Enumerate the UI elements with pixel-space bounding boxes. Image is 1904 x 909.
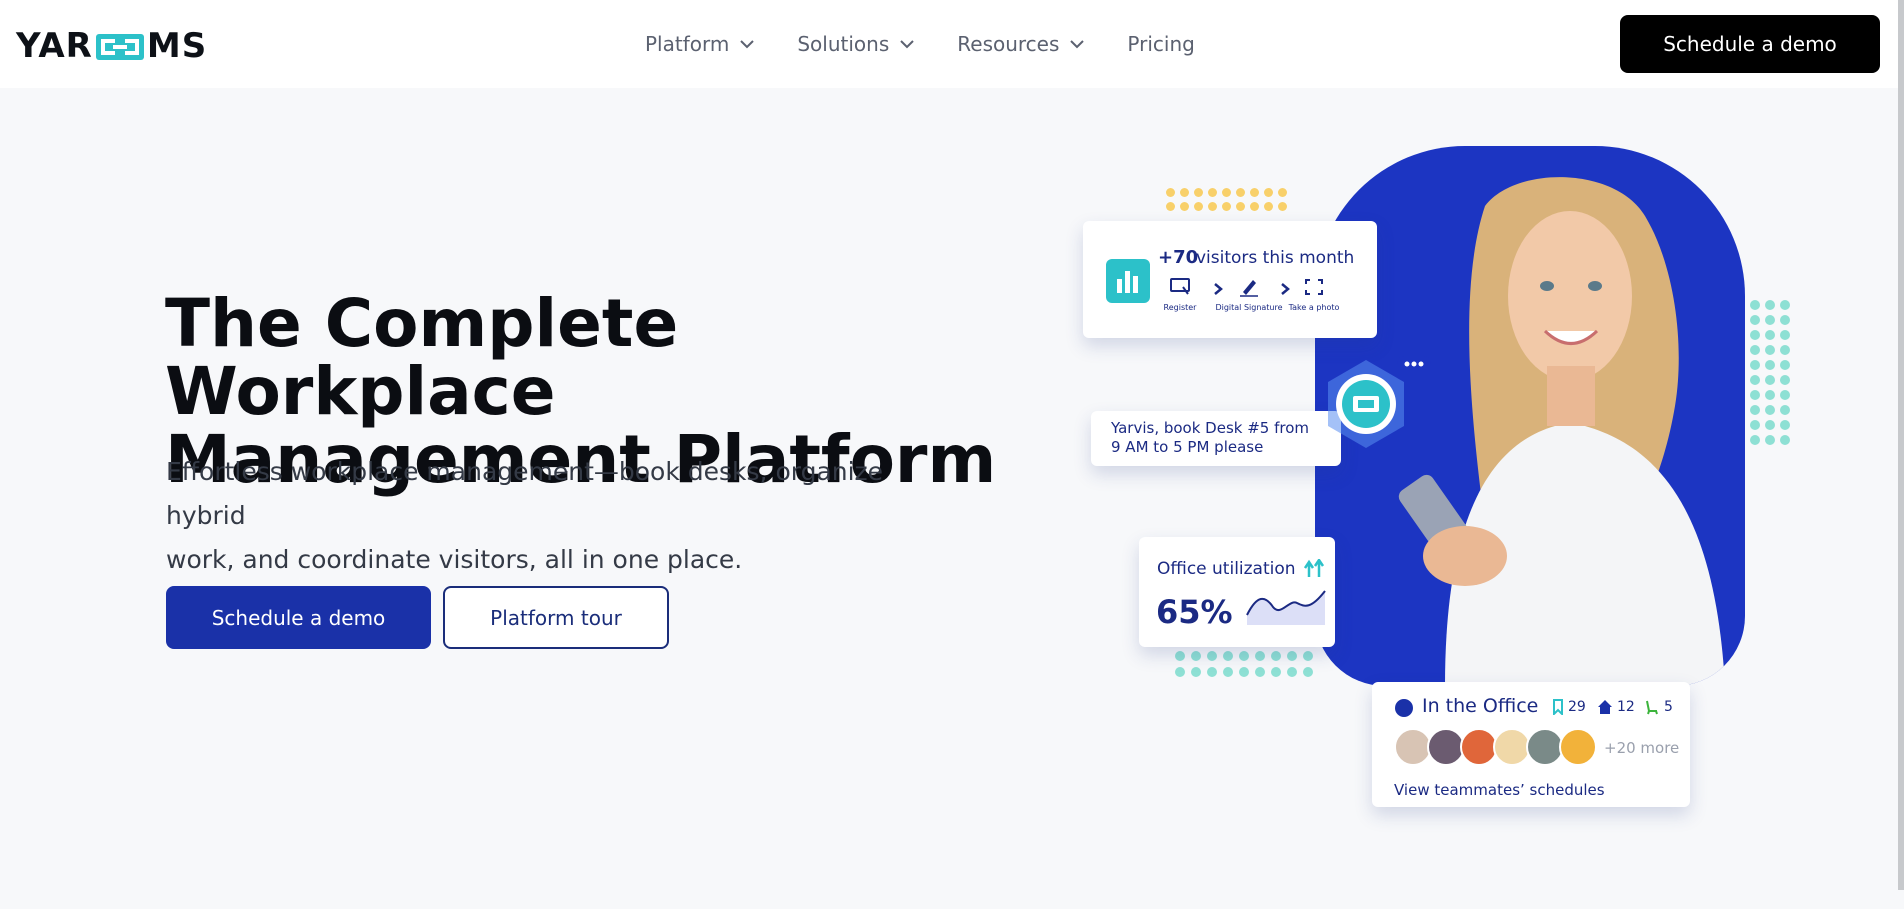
main-nav: Platform Solutions Resources Pricing <box>645 28 1195 60</box>
remote-count-value: 12 <box>1617 699 1635 715</box>
platform-tour-button[interactable]: Platform tour <box>443 586 669 649</box>
leave-count: 5 <box>1644 699 1673 715</box>
visitors-text: visitors this month <box>1196 248 1355 268</box>
step-signature: Digital Signature <box>1214 277 1284 312</box>
teal-dot-pattern-right <box>1750 300 1790 445</box>
remote-count: 12 <box>1597 699 1635 715</box>
logo-mark-icon <box>95 31 145 61</box>
office-title: In the Office <box>1422 695 1539 717</box>
nav-platform[interactable]: Platform <box>645 28 755 60</box>
signature-icon <box>1240 280 1258 297</box>
utilization-label: Office utilization <box>1157 559 1296 579</box>
office-status-dot <box>1395 699 1413 717</box>
desk-count: 29 <box>1552 699 1586 715</box>
utilization-sparkline <box>1246 590 1326 625</box>
yaroms-logo[interactable]: YAR MS <box>16 26 208 66</box>
leave-count-value: 5 <box>1664 699 1673 715</box>
beach-chair-icon <box>1646 700 1658 715</box>
step-photo: Take a photo <box>1279 277 1349 312</box>
yarvis-request-card: Yarvis, book Desk #5 from 9 AM to 5 PM p… <box>1091 411 1341 466</box>
hero-subtitle: Effortless workplace management—book des… <box>166 450 946 582</box>
photo-frame-icon <box>1305 279 1323 295</box>
register-icon <box>1170 278 1190 295</box>
hero-title-line1: The Complete Workplace <box>165 285 679 430</box>
header-schedule-demo-button[interactable]: Schedule a demo <box>1620 15 1880 73</box>
view-schedules-link[interactable]: View teammates’ schedules <box>1394 781 1605 799</box>
logo-text-right: MS <box>146 26 208 66</box>
nav-solutions[interactable]: Solutions <box>797 28 915 60</box>
trend-up-arrows-icon <box>1304 559 1325 577</box>
yarvis-assistant-icon <box>1320 358 1412 450</box>
yarvis-message-line2: 9 AM to 5 PM please <box>1111 438 1264 456</box>
nav-platform-label: Platform <box>645 32 730 56</box>
step-register: Register <box>1145 277 1215 312</box>
hero-subtitle-line1: Effortless workplace management—book des… <box>166 457 884 530</box>
desk-count-value: 29 <box>1568 699 1586 715</box>
logo-text-left: YAR <box>16 26 93 66</box>
nav-pricing-label: Pricing <box>1127 32 1195 56</box>
visitors-count: +70 <box>1158 247 1199 268</box>
site-header: YAR MS Platform Solutions Resources Pric… <box>0 0 1904 88</box>
hero-subtitle-line2: work, and coordinate visitors, all in on… <box>166 545 743 574</box>
yarvis-message-line1: Yarvis, book Desk #5 from <box>1111 419 1310 437</box>
page: YAR MS Platform Solutions Resources Pric… <box>0 0 1904 909</box>
in-the-office-card: In the Office 29 12 5 +20 more View team… <box>1372 682 1690 807</box>
nav-resources-label: Resources <box>957 32 1060 56</box>
bar-chart-icon <box>1106 259 1150 303</box>
teal-dot-pattern-bottom <box>1175 651 1313 677</box>
chevron-down-icon <box>740 40 755 49</box>
page-scrollbar[interactable] <box>1898 0 1904 890</box>
chevron-down-icon <box>1070 40 1085 49</box>
avatar <box>1559 728 1597 766</box>
office-utilization-card: Office utilization 65% <box>1139 537 1335 647</box>
desk-bookmark-icon <box>1553 699 1563 715</box>
step-signature-label: Digital Signature <box>1215 303 1283 312</box>
utilization-value: 65% <box>1156 593 1233 631</box>
chevron-down-icon <box>900 40 914 49</box>
typing-bubble-icon <box>1397 356 1431 370</box>
nav-pricing[interactable]: Pricing <box>1127 28 1194 60</box>
step-photo-label: Take a photo <box>1288 303 1340 312</box>
more-teammates-count: +20 more <box>1604 739 1680 757</box>
yarvis-message: Yarvis, book Desk #5 from 9 AM to 5 PM p… <box>1111 419 1331 457</box>
yellow-dot-pattern <box>1166 188 1287 211</box>
visitors-card: +70 visitors this month Register Digital… <box>1083 221 1377 338</box>
nav-solutions-label: Solutions <box>797 32 890 56</box>
teammate-avatars <box>1394 728 1597 766</box>
hero-schedule-demo-button[interactable]: Schedule a demo <box>166 586 431 649</box>
home-icon <box>1598 700 1612 714</box>
nav-resources[interactable]: Resources <box>957 28 1085 60</box>
step-register-label: Register <box>1163 303 1197 312</box>
